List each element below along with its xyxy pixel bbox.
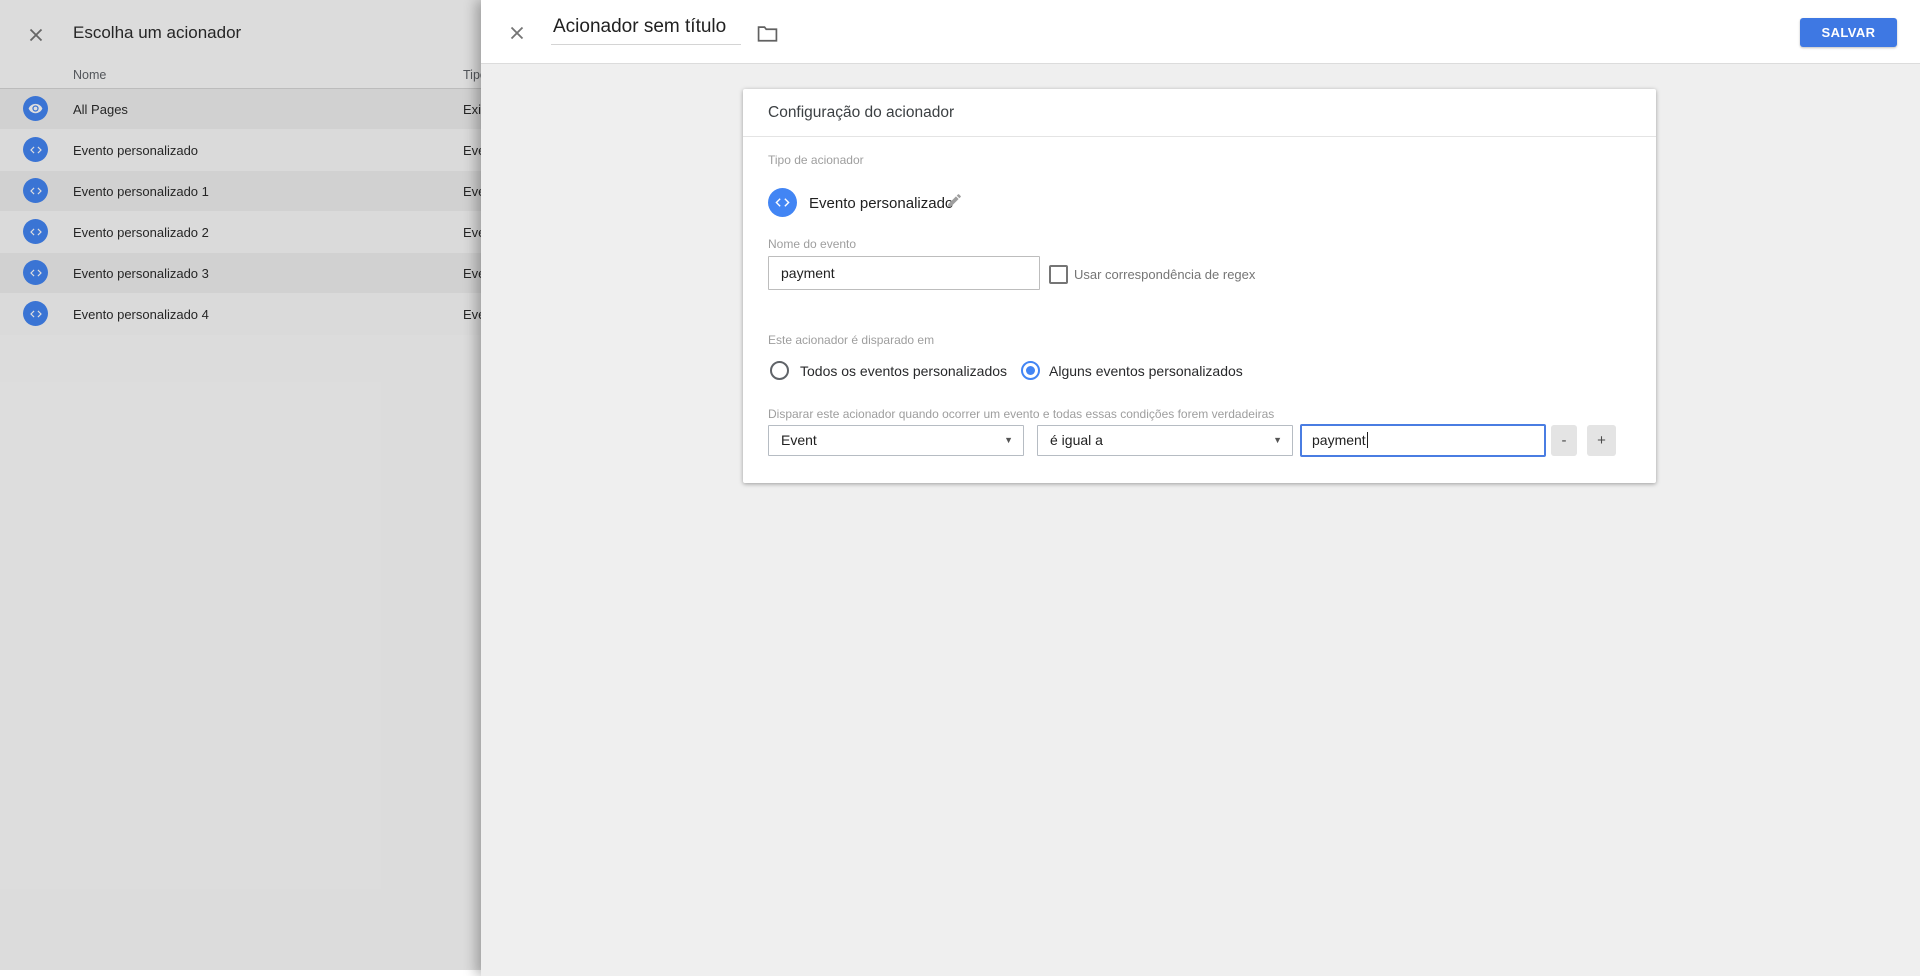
column-name: Nome [73, 68, 106, 82]
regex-checkbox-label: Usar correspondência de regex [1074, 267, 1255, 282]
list-item[interactable]: Evento personalizado 3 Evento personaliz… [0, 253, 481, 294]
folder-icon[interactable] [757, 25, 778, 42]
divider [743, 136, 1656, 137]
code-icon [23, 219, 48, 244]
list-item[interactable]: Evento personalizado 4 Evento personaliz… [0, 294, 481, 335]
close-icon[interactable] [506, 22, 528, 44]
chevron-down-icon: ▼ [1004, 426, 1013, 455]
list-item[interactable]: Evento personalizado Evento personalizad… [0, 130, 481, 171]
list-item[interactable]: Evento personalizado 2 Evento personaliz… [0, 212, 481, 253]
radio-some-events-label: Alguns eventos personalizados [1049, 363, 1243, 379]
radio-all-events[interactable] [770, 361, 789, 380]
radio-some-events[interactable] [1021, 361, 1040, 380]
condition-value-input[interactable]: payment [1300, 424, 1546, 457]
trigger-type-value: Evento personalizado [809, 195, 953, 212]
close-icon[interactable] [25, 24, 47, 46]
eye-icon [23, 96, 48, 121]
condition-variable-select[interactable]: Event ▼ [768, 425, 1024, 456]
card-title: Configuração do acionador [768, 104, 954, 122]
edit-icon[interactable] [946, 192, 963, 209]
radio-dot [1026, 366, 1035, 375]
trigger-editor-panel: Acionador sem título SALVAR Configuração… [481, 0, 1920, 976]
list-header: Nome Tipo [0, 64, 481, 89]
code-icon[interactable] [768, 188, 797, 217]
radio-all-events-label: Todos os eventos personalizados [800, 363, 1007, 379]
code-icon [23, 137, 48, 162]
trigger-list: All Pages Exibição de página Evento pers… [0, 89, 481, 335]
code-icon [23, 178, 48, 203]
event-name-input[interactable] [768, 256, 1040, 290]
list-item[interactable]: All Pages Exibição de página [0, 89, 481, 130]
code-icon [23, 301, 48, 326]
bottom-strip [0, 970, 481, 976]
list-item[interactable]: Evento personalizado 1 Evento personaliz… [0, 171, 481, 212]
code-icon [23, 260, 48, 285]
trigger-config-card: Configuração do acionador Tipo de aciona… [743, 89, 1656, 483]
condition-operator-select[interactable]: é igual a ▼ [1037, 425, 1293, 456]
dialog-header: Acionador sem título SALVAR [481, 0, 1920, 64]
regex-checkbox[interactable] [1049, 265, 1068, 284]
trigger-picker-panel: Escolha um acionador Nome Tipo All Pages… [0, 0, 481, 976]
conditions-label: Disparar este acionador quando ocorrer u… [768, 407, 1274, 421]
remove-condition-button[interactable]: - [1551, 425, 1577, 456]
picker-title: Escolha um acionador [73, 23, 241, 43]
trigger-type-label: Tipo de acionador [768, 153, 864, 167]
add-condition-button[interactable]: + [1587, 425, 1616, 456]
chevron-down-icon: ▼ [1273, 426, 1282, 455]
text-caret [1367, 432, 1368, 448]
save-button[interactable]: SALVAR [1800, 18, 1897, 47]
event-name-label: Nome do evento [768, 237, 856, 251]
fires-on-label: Este acionador é disparado em [768, 333, 934, 347]
trigger-title-field[interactable]: Acionador sem título [551, 16, 741, 45]
gtm-trigger-screen: Escolha um acionador Nome Tipo All Pages… [0, 0, 1920, 976]
